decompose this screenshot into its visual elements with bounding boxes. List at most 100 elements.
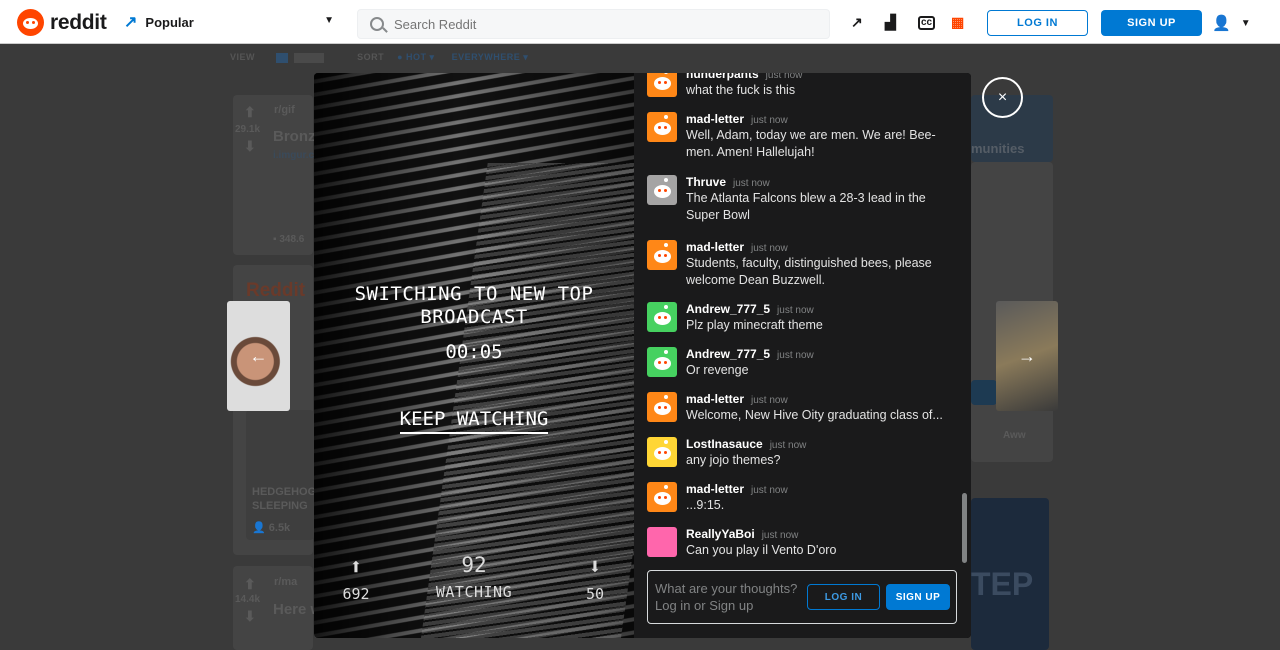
user-avatar-icon[interactable]: [647, 482, 677, 512]
broadcast-modal: SWITCHING TO NEW TOP BROADCAST 00:05 KEE…: [314, 73, 971, 638]
chat-text: any jojo themes?: [686, 453, 781, 467]
downvote-icon[interactable]: ⬇: [244, 138, 256, 155]
keep-watching-link[interactable]: KEEP WATCHING: [314, 408, 634, 434]
post-votes: 29.1k: [235, 124, 261, 135]
upvote-icon[interactable]: ⬆: [244, 104, 256, 121]
post-subreddit[interactable]: r/gif: [274, 104, 295, 116]
tile-count: 👤 6.5k: [252, 522, 291, 534]
user-avatar-icon[interactable]: [647, 437, 677, 467]
trending-icon[interactable]: ↗: [851, 14, 863, 31]
chat-message: mad-letter just now Students, faculty, dis…: [647, 240, 951, 289]
ad-text: TEP: [971, 566, 1034, 602]
watching-count: 92: [461, 553, 487, 577]
sort-hot[interactable]: ● HOT ▾: [397, 52, 434, 62]
downvote-icon[interactable]: ⬇: [244, 608, 256, 625]
leaderboard-icon[interactable]: ▟: [885, 14, 896, 31]
user-avatar-icon[interactable]: [647, 527, 677, 557]
chat-text: Can you play il Vento D'oro: [686, 543, 837, 557]
search-input[interactable]: [394, 16, 794, 32]
chat-username[interactable]: mad-letter: [686, 482, 744, 496]
list-view-icon[interactable]: [294, 52, 325, 63]
chat-timestamp: just now: [777, 305, 814, 316]
tile-title: HEDGEHOG SLEEPING: [252, 486, 317, 512]
user-avatar-icon[interactable]: [647, 392, 677, 422]
feed-selector[interactable]: ↗ Popular ▼: [124, 12, 334, 32]
chat-username[interactable]: LostInasauce: [686, 437, 763, 451]
chat-username[interactable]: mad-letter: [686, 392, 744, 406]
video-player[interactable]: SWITCHING TO NEW TOP BROADCAST 00:05 KEE…: [314, 73, 634, 638]
chat-scrollbar[interactable]: [962, 493, 967, 563]
reddit-logo[interactable]: reddit: [17, 9, 107, 36]
post-votes: 14.4k: [235, 594, 261, 605]
user-avatar-icon[interactable]: [647, 112, 677, 142]
user-avatar-icon[interactable]: [647, 302, 677, 332]
user-avatar-icon[interactable]: [647, 175, 677, 205]
chat-username[interactable]: mad-letter: [686, 240, 744, 254]
user-avatar-icon[interactable]: [647, 73, 677, 97]
chat-input-box[interactable]: What are your thoughts? Log in or Sign u…: [647, 570, 957, 624]
chat-username[interactable]: ReallyYaBoi: [686, 527, 755, 541]
post-title[interactable]: Bronz: [273, 128, 316, 145]
downvote-control[interactable]: ⬇ 50: [580, 557, 610, 604]
watching-label: WATCHING: [435, 583, 513, 601]
chat-message: mad-letter just now Well, Adam, today we a…: [647, 112, 951, 161]
feed-label: Popular: [145, 14, 194, 30]
chat-timestamp: just now: [751, 395, 788, 406]
community-name[interactable]: Aww: [1003, 430, 1026, 441]
switching-message: SWITCHING TO NEW TOP BROADCAST: [354, 283, 594, 328]
chat-message: LostInasauce just now any jojo themes?: [647, 437, 951, 469]
trending-title: Reddit: [246, 280, 306, 301]
user-avatar-icon[interactable]: [647, 347, 677, 377]
reddit-snoo-icon: [17, 9, 44, 36]
chat-message: mad-letter just now Welcome, New Hive Oity…: [647, 392, 951, 424]
chat-username[interactable]: Andrew_777_5: [686, 347, 770, 361]
chat-timestamp: just now: [761, 530, 799, 541]
chat-text: Or revenge: [686, 363, 749, 377]
sort-label: SORT: [357, 52, 385, 62]
close-modal-button[interactable]: ×: [982, 77, 1023, 118]
previous-broadcast-preview[interactable]: ←: [227, 301, 290, 411]
chat-username[interactable]: hunderpants: [686, 73, 759, 81]
chat-message: Andrew_777_5 just now Plz play minecraft t…: [647, 302, 951, 334]
chat-username[interactable]: Andrew_777_5: [686, 302, 770, 316]
chat-signup-button[interactable]: SIGN UP: [886, 584, 950, 610]
reddit-coins-icon[interactable]: ▦: [951, 14, 964, 31]
arrow-right-icon[interactable]: →: [996, 301, 1058, 411]
chat-timestamp: just now: [777, 350, 814, 361]
chat-timestamp: just now: [751, 243, 788, 254]
post-subreddit[interactable]: r/ma: [274, 576, 297, 588]
chat-message: hunderpants just now what the fuck is this: [647, 73, 951, 99]
next-broadcast-preview[interactable]: →: [996, 301, 1058, 411]
chevron-down-icon: ▼: [1240, 17, 1251, 29]
close-icon[interactable]: ×: [998, 89, 1007, 107]
arrow-left-icon[interactable]: ←: [227, 301, 290, 411]
join-button[interactable]: [971, 380, 997, 405]
search-box[interactable]: [357, 9, 830, 39]
chat-text: Welcome, New Hive Oity graduating class …: [686, 408, 943, 422]
upvote-icon[interactable]: ⬆: [341, 557, 371, 579]
downvote-count: 50: [585, 585, 605, 603]
upvote-icon[interactable]: ⬆: [244, 576, 256, 593]
chat-login-button[interactable]: LOG IN: [807, 584, 880, 610]
chat-text: what the fuck is this: [686, 83, 796, 97]
chat-text: Students, faculty, distinguished bees, p…: [686, 256, 932, 287]
chat-username[interactable]: Thruve: [686, 175, 726, 189]
countdown-timer: 00:05: [445, 341, 503, 363]
chevron-down-icon: ▼: [324, 15, 334, 26]
sort-location[interactable]: EVERYWHERE ▾: [452, 52, 529, 62]
card-view-icon[interactable]: [276, 52, 289, 63]
chat-message: Andrew_777_5 just now Or revenge: [647, 347, 951, 379]
view-sort-bar: VIEW SORT ● HOT ▾ EVERYWHERE ▾: [230, 52, 528, 63]
trending-icon: ↗: [124, 14, 138, 31]
closed-caption-icon[interactable]: cc: [918, 16, 936, 30]
downvote-icon[interactable]: ⬇: [580, 557, 610, 579]
view-label: VIEW: [230, 52, 256, 62]
user-avatar-icon[interactable]: [647, 240, 677, 270]
post-comments[interactable]: ▪ 348.6: [273, 234, 304, 245]
chat-username[interactable]: mad-letter: [686, 112, 744, 126]
upvote-control[interactable]: ⬆ 692: [341, 557, 371, 604]
signup-button[interactable]: SIGN UP: [1101, 10, 1202, 36]
user-menu[interactable]: 👤 ▼: [1212, 14, 1251, 32]
login-button[interactable]: LOG IN: [987, 10, 1088, 36]
chat-input-placeholder[interactable]: What are your thoughts? Log in or Sign u…: [655, 580, 815, 614]
